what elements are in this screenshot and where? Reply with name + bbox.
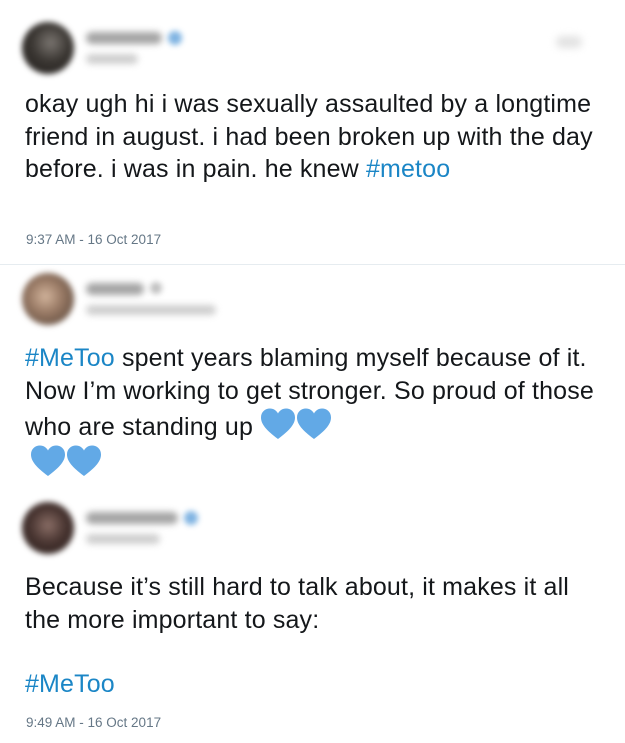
blurred-display-name (86, 512, 178, 524)
blue-heart-icon (66, 444, 102, 478)
avatar[interactable] (22, 22, 74, 74)
blurred-display-name (86, 283, 144, 295)
hashtag-link[interactable]: #MeToo (25, 668, 605, 701)
tweet-1-body: okay ugh hi i was sexually assaulted by … (25, 90, 593, 183)
tweet-3-text: Because it’s still hard to talk about, i… (25, 571, 605, 701)
hashtag-link[interactable]: #metoo (366, 155, 450, 183)
avatar[interactable] (22, 502, 74, 554)
chevron-down-icon[interactable] (556, 36, 582, 48)
tweet-1-timestamp[interactable]: 9:37 AM - 16 Oct 2017 (26, 232, 161, 247)
hashtag-link[interactable]: #MeToo (25, 344, 115, 372)
blurred-username (86, 534, 160, 544)
tweet-1-text: okay ugh hi i was sexually assaulted by … (25, 88, 605, 186)
blue-heart-icon (296, 407, 332, 441)
tweet-3-timestamp[interactable]: 9:49 AM - 16 Oct 2017 (26, 715, 161, 730)
blurred-display-name (86, 32, 162, 44)
verified-badge-icon (168, 31, 182, 45)
avatar[interactable] (22, 273, 74, 325)
blue-heart-icon (260, 407, 296, 441)
blurred-username (86, 305, 216, 315)
blurred-username (86, 54, 138, 64)
divider (0, 264, 625, 265)
tweet-3-header (22, 502, 582, 558)
tweet-1-header (22, 22, 582, 78)
blurred-badge-icon (150, 282, 162, 294)
blue-heart-icon (30, 444, 66, 478)
verified-badge-icon (184, 511, 198, 525)
tweet-2-text: #MeToo spent years blaming myself becaus… (25, 342, 605, 480)
tweet-2-header (22, 273, 582, 329)
tweet-3-body: Because it’s still hard to talk about, i… (25, 573, 570, 634)
